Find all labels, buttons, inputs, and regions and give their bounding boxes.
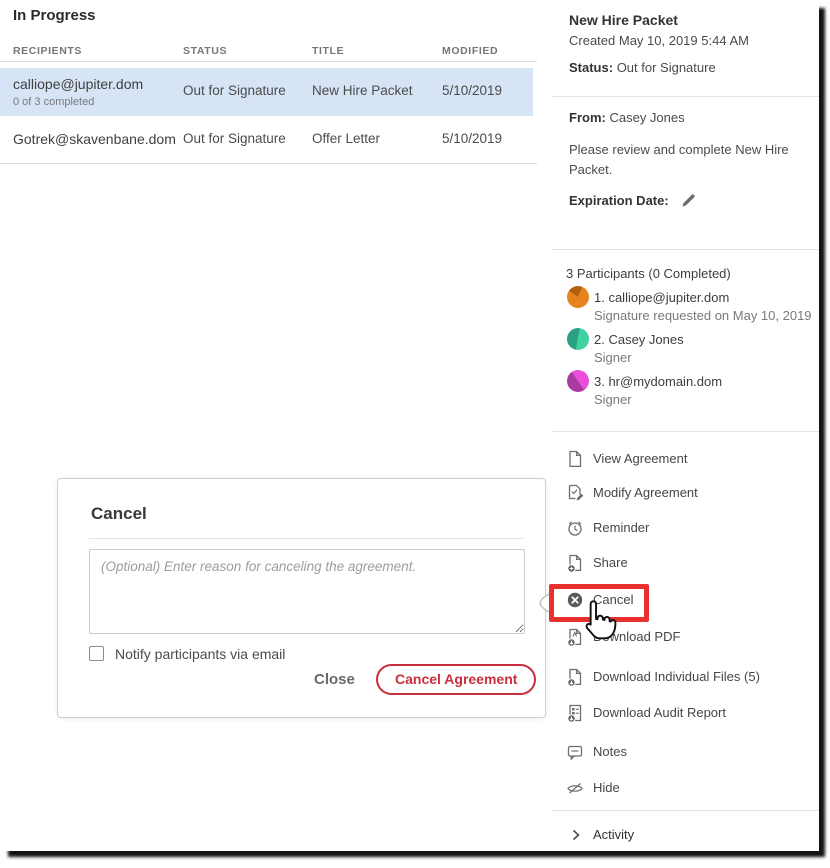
agreement-from: From: Casey Jones (569, 110, 685, 125)
divider (552, 249, 819, 250)
participant-name: 3. hr@mydomain.dom (594, 374, 722, 389)
participant-avatar (567, 328, 589, 350)
activity-toggle[interactable]: Activity (570, 822, 634, 848)
action-label: Modify Agreement (593, 480, 698, 506)
col-title: TITLE (312, 45, 344, 57)
participant-name: 1. calliope@jupiter.dom (594, 290, 729, 305)
action-download-pdf[interactable]: Download PDF (566, 624, 680, 650)
document-edit-icon (566, 484, 584, 502)
cancel-circle-icon (566, 591, 584, 609)
status-value: Out for Signature (617, 60, 716, 75)
table-row-selected[interactable]: calliope@jupiter.dom 0 of 3 completed Ou… (0, 68, 533, 116)
row-title: New Hire Packet (312, 83, 413, 98)
notify-checkbox[interactable] (89, 646, 104, 661)
table-row[interactable]: Gotrek@skavenbane.dom Out for Signature … (0, 116, 537, 164)
alarm-clock-icon (566, 519, 584, 537)
expiration-row: Expiration Date: (569, 192, 697, 208)
action-label: Notes (593, 739, 627, 765)
detail-rail: New Hire Packet Created May 10, 2019 5:4… (552, 0, 819, 851)
row-recipient-progress: 0 of 3 completed (13, 96, 94, 108)
from-label: From: (569, 110, 606, 125)
page-title: In Progress (13, 7, 96, 24)
dialog-divider (89, 538, 523, 539)
action-label: Download Audit Report (593, 700, 726, 726)
divider (552, 96, 819, 97)
app-window: In Progress RECIPIENTS STATUS TITLE MODI… (0, 0, 819, 851)
agreement-title: New Hire Packet (569, 12, 678, 28)
divider (552, 810, 819, 811)
document-share-icon (566, 554, 584, 572)
eye-slash-icon (566, 779, 584, 797)
row-status: Out for Signature (183, 131, 286, 146)
participant-avatar (567, 286, 589, 308)
notify-checkbox-label: Notify participants via email (115, 646, 285, 662)
action-download-individual-files[interactable]: Download Individual Files (5) (566, 664, 760, 690)
row-status: Out for Signature (183, 83, 286, 98)
cancel-dialog: Cancel Notify participants via email Clo… (57, 478, 546, 718)
action-label: Download PDF (593, 624, 680, 650)
action-label: Hide (593, 775, 620, 801)
action-modify-agreement[interactable]: Modify Agreement (566, 480, 698, 506)
cancel-agreement-button[interactable]: Cancel Agreement (376, 664, 536, 695)
agreement-status: Status: Out for Signature (569, 60, 716, 75)
col-modified: MODIFIED (442, 45, 498, 57)
action-reminder[interactable]: Reminder (566, 515, 649, 541)
participants-heading: 3 Participants (0 Completed) (566, 266, 731, 281)
dialog-title: Cancel (91, 504, 147, 524)
document-icon (566, 450, 584, 468)
agreement-created: Created May 10, 2019 5:44 AM (569, 33, 749, 48)
document-download-pdf-icon (566, 628, 584, 646)
action-download-audit-report[interactable]: Download Audit Report (566, 700, 726, 726)
row-modified: 5/10/2019 (442, 131, 502, 146)
action-share[interactable]: Share (566, 550, 628, 576)
from-value: Casey Jones (609, 110, 684, 125)
row-recipient: Gotrek@skavenbane.dom (13, 131, 176, 147)
row-modified: 5/10/2019 (442, 83, 502, 98)
action-hide[interactable]: Hide (566, 775, 620, 801)
expiration-label: Expiration Date: (569, 193, 669, 208)
note-bubble-icon (566, 743, 584, 761)
table-header: RECIPIENTS STATUS TITLE MODIFIED (0, 45, 537, 62)
action-label: Share (593, 550, 628, 576)
col-status: STATUS (183, 45, 227, 57)
activity-label: Activity (593, 822, 634, 848)
agreement-message: Please review and complete New Hire Pack… (569, 140, 807, 180)
action-view-agreement[interactable]: View Agreement (566, 446, 687, 472)
action-label: View Agreement (593, 446, 687, 472)
action-label: Reminder (593, 515, 649, 541)
divider (552, 431, 819, 432)
participant-substatus: Signer (594, 350, 632, 365)
action-label: Download Individual Files (5) (593, 664, 760, 690)
participant-substatus: Signer (594, 392, 632, 407)
participant-name: 2. Casey Jones (594, 332, 684, 347)
action-notes[interactable]: Notes (566, 739, 627, 765)
col-recipients: RECIPIENTS (13, 45, 82, 57)
row-title: Offer Letter (312, 131, 380, 146)
participant-substatus: Signature requested on May 10, 2019 (594, 308, 812, 323)
participant-avatar (567, 370, 589, 392)
cancel-reason-input[interactable] (89, 549, 525, 634)
action-label: Cancel (593, 587, 633, 613)
document-download-icon (566, 668, 584, 686)
report-download-icon (566, 704, 584, 722)
edit-pencil-icon[interactable] (681, 192, 697, 208)
status-label: Status: (569, 60, 613, 75)
row-recipient: calliope@jupiter.dom (13, 76, 143, 92)
rail-collapse-chevron-icon[interactable] (536, 590, 556, 616)
action-cancel[interactable]: Cancel (566, 587, 633, 613)
chevron-right-icon (570, 829, 582, 841)
close-button[interactable]: Close (304, 665, 365, 694)
